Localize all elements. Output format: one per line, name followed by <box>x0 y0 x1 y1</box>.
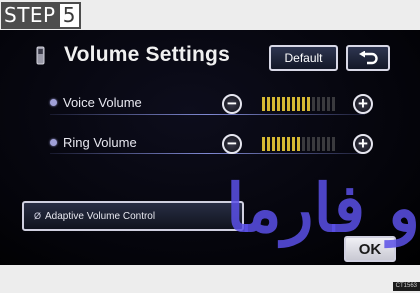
watermark: ﻭ ﻓﺎرﻣﺎ <box>226 169 420 247</box>
volume-level-segment <box>317 97 320 111</box>
display-screen: Volume Settings Default Voice Volume − +… <box>0 30 420 265</box>
minus-icon: − <box>227 94 237 113</box>
voice-volume-decrease-button[interactable]: − <box>222 94 242 114</box>
mobile-phone-icon <box>36 46 45 65</box>
return-arrow-icon <box>359 51 378 65</box>
voice-volume-increase-button[interactable]: + <box>353 94 373 114</box>
ring-volume-label: Ring Volume <box>63 135 137 150</box>
bullet-icon <box>50 139 57 146</box>
back-button[interactable] <box>346 45 390 71</box>
catalog-code: CT1563 <box>392 282 420 291</box>
step-number: 5 <box>59 2 81 29</box>
volume-level-segment <box>322 97 325 111</box>
plus-icon: + <box>358 94 368 113</box>
volume-level-segment <box>267 97 270 111</box>
volume-level-segment <box>277 97 280 111</box>
volume-level-segment <box>297 97 300 111</box>
volume-level-segment <box>262 97 265 111</box>
volume-level-segment <box>307 97 310 111</box>
volume-level-segment <box>292 97 295 111</box>
adaptive-indicator-icon: Ø <box>34 211 42 221</box>
voice-volume-label: Voice Volume <box>63 95 142 110</box>
volume-level-segment <box>327 97 330 111</box>
bullet-icon <box>50 99 57 106</box>
volume-level-segment <box>272 97 275 111</box>
volume-level-segment <box>282 97 285 111</box>
volume-level-segment <box>302 97 305 111</box>
step-tag: STEP 5 <box>1 2 81 29</box>
page-title: Volume Settings <box>64 43 230 66</box>
volume-level-segment <box>312 97 315 111</box>
volume-level-segment <box>287 97 290 111</box>
ring-volume-label-group: Ring Volume <box>50 135 137 150</box>
volume-level-segment <box>332 97 335 111</box>
row-divider <box>50 114 365 115</box>
voice-volume-meter <box>262 97 335 111</box>
adaptive-volume-control-label: Adaptive Volume Control <box>45 210 156 222</box>
default-button-label: Default <box>284 51 323 65</box>
default-button[interactable]: Default <box>269 45 338 71</box>
voice-volume-label-group: Voice Volume <box>50 95 142 110</box>
step-label: STEP <box>1 2 60 29</box>
